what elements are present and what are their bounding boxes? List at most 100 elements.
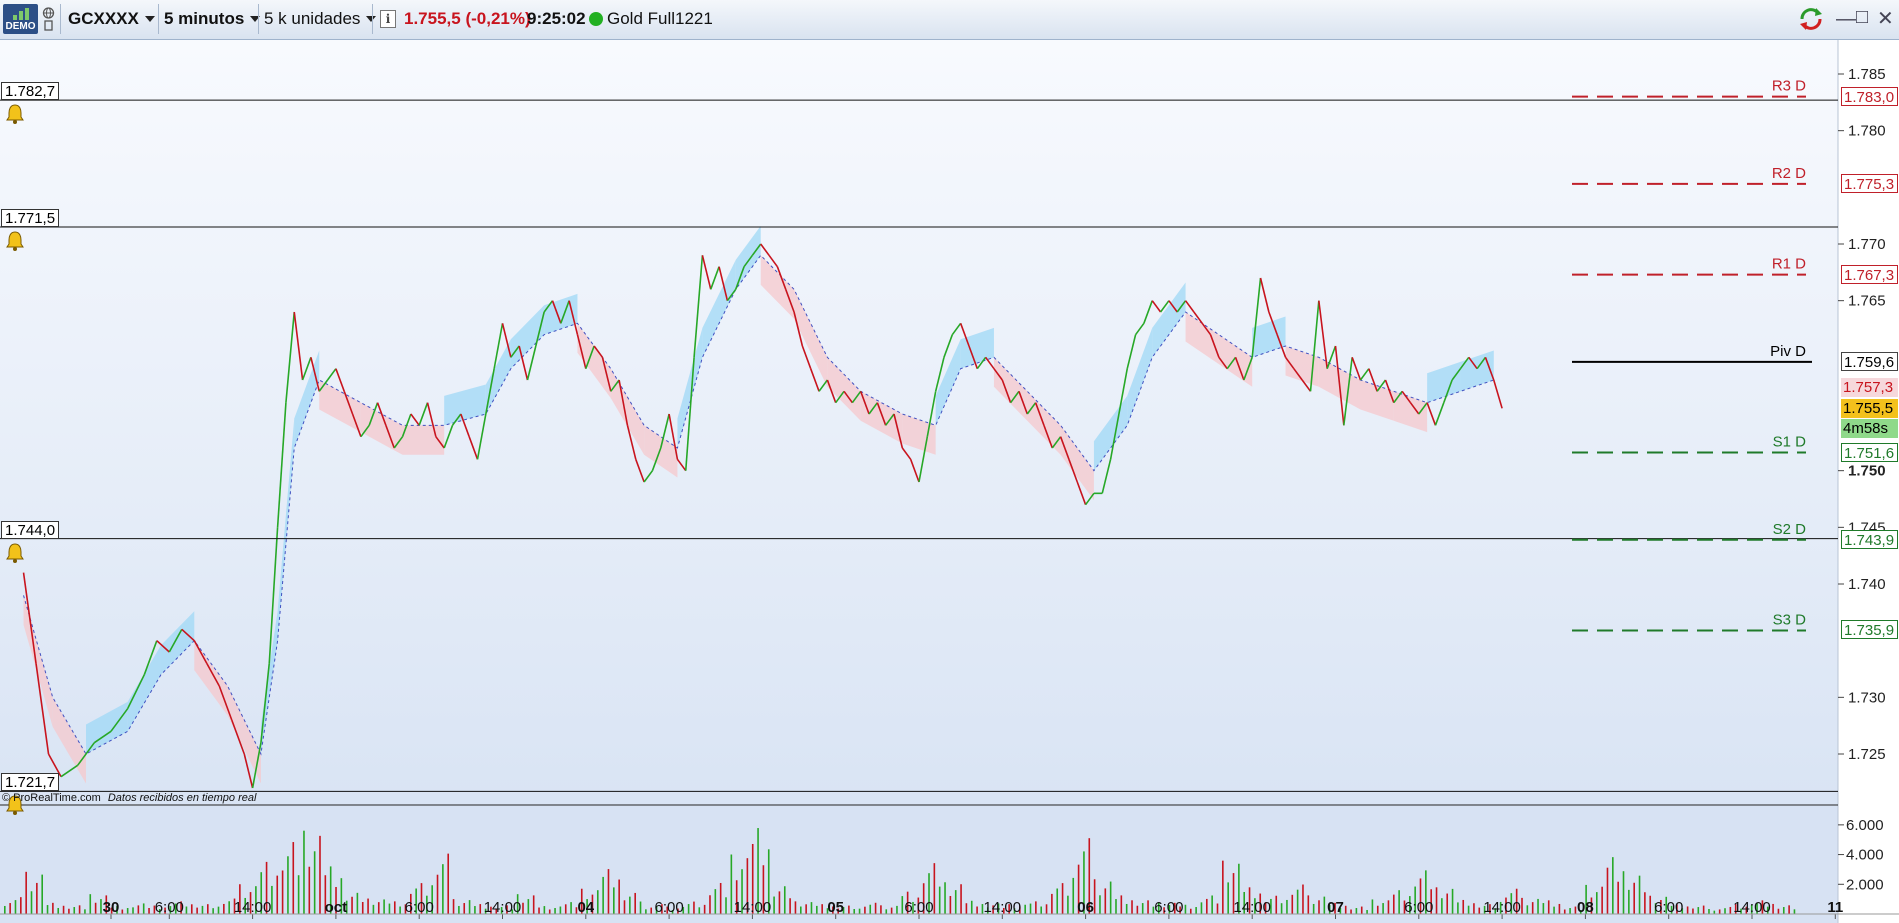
volume-bar — [1056, 888, 1059, 914]
volume-bar — [1574, 906, 1577, 914]
volume-bar — [89, 894, 92, 914]
timeframe-label: 5 minutos — [164, 9, 245, 28]
volume-bar — [1131, 900, 1133, 914]
y-tick-label: 1.785 — [1848, 66, 1886, 83]
demo-icon: DEMO — [3, 4, 38, 34]
volume-bar — [1649, 895, 1652, 914]
volume-bar — [281, 870, 284, 914]
volume-bar — [1067, 895, 1069, 914]
volume-bar — [292, 842, 295, 914]
alert-level-label[interactable]: 1.771,5 — [1, 209, 60, 227]
pivot-price-tag: 1.735,9 — [1841, 620, 1898, 640]
volume-bar — [452, 899, 455, 914]
volume-bar — [1302, 884, 1304, 914]
volume-bar — [1323, 896, 1326, 914]
pivot-label: S3 D — [1773, 611, 1807, 628]
timeframe-selector[interactable]: 5 minutos — [164, 4, 260, 34]
volume-bar — [185, 906, 188, 914]
volume-bar — [703, 904, 706, 914]
volume-bar — [714, 889, 717, 914]
y-tick-label: 1.780 — [1848, 123, 1886, 140]
info-button[interactable]: i — [380, 4, 396, 34]
volume-bar — [474, 906, 476, 914]
volume-bar — [1109, 881, 1112, 914]
volume-bar — [388, 903, 391, 914]
volume-bar — [778, 891, 781, 914]
volume-bar — [554, 908, 556, 914]
volume-bar — [1227, 882, 1229, 914]
x-tick-label: 14:00 — [984, 899, 1022, 916]
globe-icon[interactable] — [42, 4, 56, 34]
volume-bar — [1772, 903, 1774, 914]
volume-bar — [725, 897, 727, 914]
volume-bar — [1531, 902, 1534, 914]
volume-bar — [148, 907, 150, 914]
alert-level-label[interactable]: 1.721,7 — [1, 773, 60, 792]
volume-bar — [442, 864, 444, 914]
volume-bar — [1644, 892, 1646, 914]
volume-bar — [377, 902, 380, 914]
maximize-icon[interactable]: □ — [1856, 6, 1868, 29]
volume-bar — [848, 905, 850, 914]
volume-bar — [62, 905, 65, 914]
bell-icon[interactable] — [4, 230, 26, 252]
volume-bar — [14, 900, 17, 914]
volume-bar — [100, 899, 102, 914]
volume-bar — [1526, 905, 1529, 914]
volume-bar — [78, 905, 81, 914]
chart-area[interactable]: R3 D R2 D R1 D Piv D S1 D S2 D S3 D 1.725 1.730… — [0, 40, 1899, 923]
volume-bar — [613, 887, 615, 914]
volume-bar — [970, 900, 973, 914]
demo-label: DEMO — [5, 21, 36, 32]
bell-icon[interactable] — [4, 103, 26, 125]
close-icon[interactable]: ✕ — [1877, 6, 1894, 31]
volume-bar — [1537, 898, 1539, 914]
x-tick-label: 08 — [1577, 899, 1594, 916]
volume-bar — [548, 909, 551, 914]
instrument-label: GCXXXX — [68, 9, 139, 28]
volume-bar — [1457, 902, 1459, 914]
x-tick-label: oct — [325, 899, 348, 916]
volume-bar — [468, 900, 471, 914]
alert-level-label[interactable]: 1.782,7 — [1, 82, 60, 101]
volume-bar — [1344, 905, 1347, 914]
pivot-price-tag: 1.767,3 — [1841, 264, 1898, 284]
x-tick-label: 6:00 — [405, 899, 434, 916]
sync-icon[interactable] — [1798, 4, 1824, 34]
volume-bar — [308, 866, 311, 914]
minimize-icon[interactable]: — — [1836, 8, 1856, 31]
volume-bar — [1296, 889, 1299, 914]
volume-bar — [68, 908, 70, 914]
price-chart[interactable]: R3 D R2 D R1 D Piv D S1 D S2 D S3 D 1.725 1.730… — [0, 40, 1899, 923]
volume-bar — [201, 905, 204, 914]
volume-bar — [1606, 867, 1609, 914]
volume-bar — [121, 909, 124, 914]
volume-bar — [522, 902, 524, 914]
volume-bar — [1595, 892, 1598, 914]
volume-bar — [821, 904, 823, 914]
x-tick-label: 6:00 — [155, 899, 184, 916]
volume-bar — [1441, 898, 1443, 914]
alert-level-label[interactable]: 1.744,0 — [1, 520, 60, 539]
volume-bar — [287, 856, 289, 914]
volume-bar — [479, 904, 482, 914]
volume-bar — [719, 882, 722, 914]
volume-bar — [137, 905, 140, 914]
volume-bar — [1708, 909, 1710, 914]
volume-bar — [1099, 895, 1101, 914]
bell-icon[interactable] — [4, 542, 26, 564]
volume-bar — [1189, 908, 1192, 914]
x-tick-label: 14:00 — [234, 899, 272, 916]
volume-bar — [1473, 903, 1475, 914]
units-selector[interactable]: 5 k unidades — [264, 4, 376, 34]
volume-bar — [607, 869, 610, 914]
volume-bar — [1563, 909, 1566, 914]
volume-bar — [393, 901, 396, 914]
volume-bar — [773, 896, 775, 914]
volume-bar — [1307, 895, 1310, 914]
clock: 9:25:02 — [527, 9, 586, 28]
instrument-selector[interactable]: GCXXXX — [68, 4, 155, 34]
volume-bar — [1040, 906, 1042, 914]
volume-bar — [57, 907, 60, 914]
feed-label: Gold Full1221 — [607, 9, 713, 28]
